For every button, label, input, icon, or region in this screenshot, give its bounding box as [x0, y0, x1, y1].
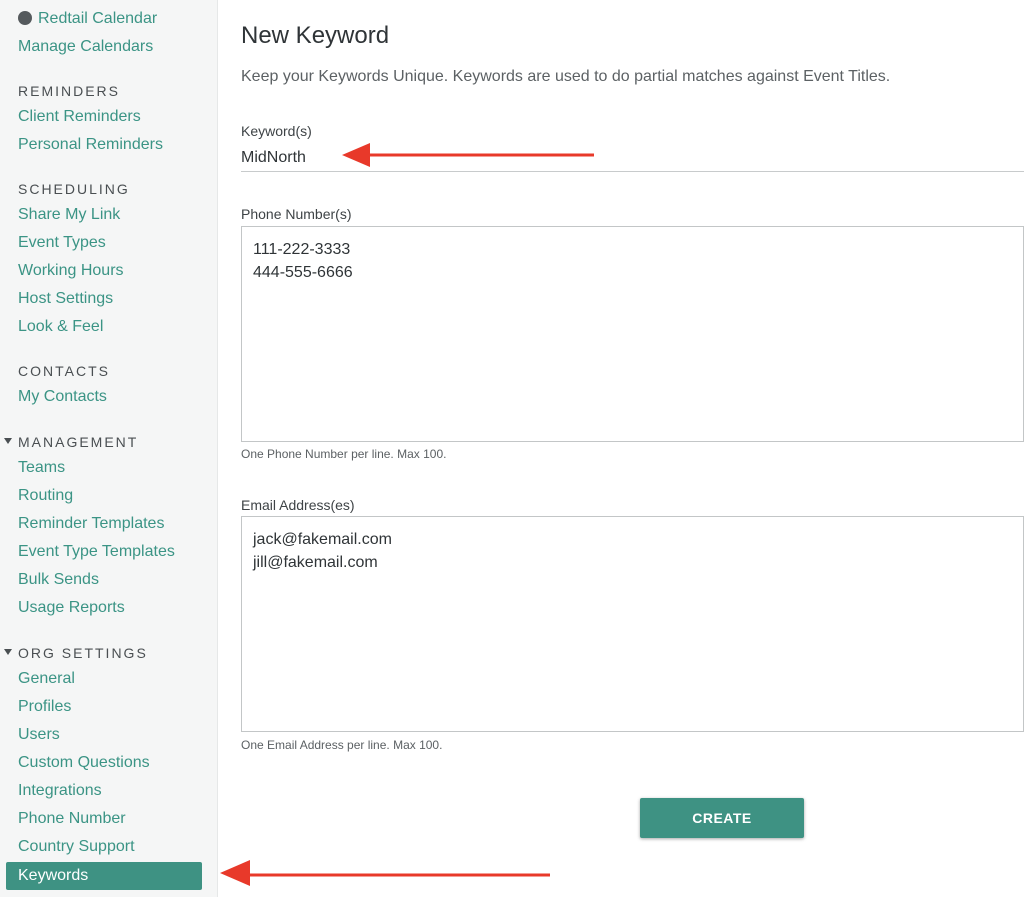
section-heading-contacts: CONTACTS	[18, 363, 110, 379]
phone-numbers-hint: One Phone Number per line. Max 100.	[241, 447, 447, 461]
section-heading-org-settings[interactable]: ORG SETTINGS	[4, 644, 148, 662]
sidebar-item-working-hours[interactable]: Working Hours	[18, 261, 124, 281]
sidebar-item-country-support[interactable]: Country Support	[18, 837, 135, 857]
sidebar-item-personal-reminders[interactable]: Personal Reminders	[18, 135, 163, 155]
section-heading-scheduling: SCHEDULING	[18, 181, 130, 197]
sidebar-item-keywords[interactable]: Keywords	[6, 862, 202, 890]
section-heading-management[interactable]: MANAGEMENT	[4, 433, 138, 451]
phone-numbers-textarea[interactable]: 111-222-3333 444-555-6666	[241, 226, 1024, 442]
keyword-label: Keyword(s)	[241, 123, 312, 139]
page-title: New Keyword	[241, 22, 390, 49]
sidebar-item-manage-calendars[interactable]: Manage Calendars	[18, 37, 153, 57]
sidebar-item-client-reminders[interactable]: Client Reminders	[18, 107, 141, 127]
sidebar-item-teams[interactable]: Teams	[18, 458, 65, 478]
email-addresses-textarea[interactable]: jack@fakemail.com jill@fakemail.com	[241, 516, 1024, 732]
caret-down-icon	[4, 649, 12, 656]
email-addresses-label: Email Address(es)	[241, 497, 355, 513]
sidebar-item-bulk-sends[interactable]: Bulk Sends	[18, 570, 99, 590]
sidebar-item-integrations[interactable]: Integrations	[18, 781, 102, 801]
sidebar-item-host-settings[interactable]: Host Settings	[18, 289, 113, 309]
email-addresses-hint: One Email Address per line. Max 100.	[241, 738, 443, 752]
page-description: Keep your Keywords Unique. Keywords are …	[241, 68, 891, 85]
sidebar-item-look-feel[interactable]: Look & Feel	[18, 317, 103, 337]
sidebar-item-redtail-calendar[interactable]: Redtail Calendar	[18, 9, 157, 29]
section-heading-reminders: REMINDERS	[18, 83, 121, 99]
sidebar-item-profiles[interactable]: Profiles	[18, 697, 71, 717]
create-button[interactable]: CREATE	[640, 798, 804, 838]
sidebar-item-event-type-templates[interactable]: Event Type Templates	[18, 542, 175, 562]
sidebar-item-my-contacts[interactable]: My Contacts	[18, 387, 107, 407]
phone-numbers-label: Phone Number(s)	[241, 206, 352, 222]
sidebar-item-phone-number[interactable]: Phone Number	[18, 809, 126, 829]
calendar-color-dot-icon	[18, 10, 32, 25]
sidebar-item-general[interactable]: General	[18, 669, 75, 689]
caret-down-icon	[4, 438, 12, 445]
sidebar: Redtail Calendar Manage Calendars REMIND…	[0, 0, 218, 897]
sidebar-item-reminder-templates[interactable]: Reminder Templates	[18, 514, 164, 534]
annotation-arrow-keyword-icon	[342, 143, 594, 167]
sidebar-item-share-my-link[interactable]: Share My Link	[18, 205, 120, 225]
sidebar-item-event-types[interactable]: Event Types	[18, 233, 106, 253]
annotation-arrow-keywords-nav-icon	[220, 860, 550, 886]
sidebar-item-usage-reports[interactable]: Usage Reports	[18, 598, 125, 618]
sidebar-item-custom-questions[interactable]: Custom Questions	[18, 753, 150, 773]
sidebar-item-routing[interactable]: Routing	[18, 486, 73, 506]
sidebar-item-users[interactable]: Users	[18, 725, 60, 745]
